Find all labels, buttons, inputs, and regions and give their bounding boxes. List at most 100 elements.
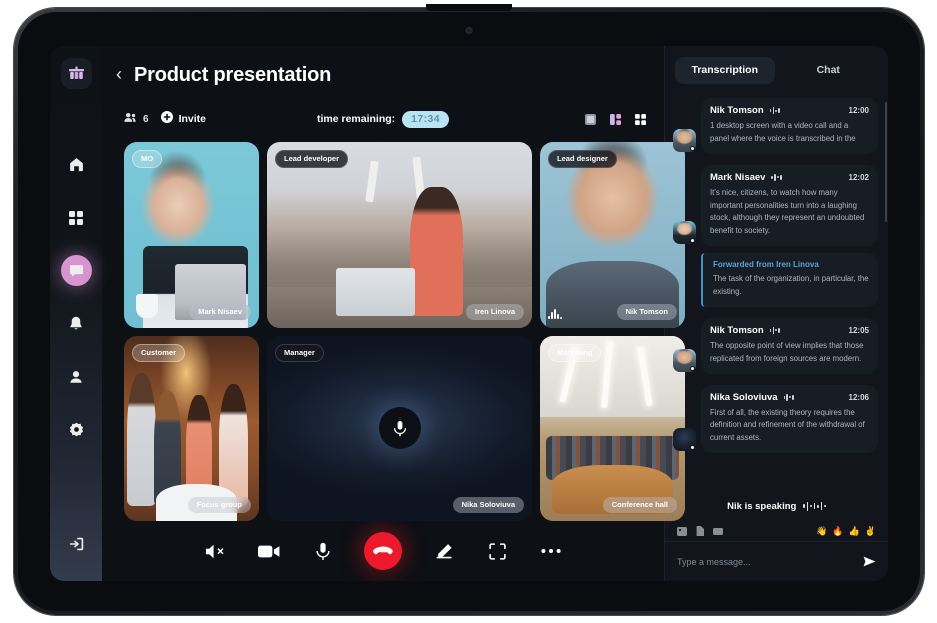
camera-button[interactable]: [256, 538, 282, 564]
tile-badge: Marketing: [548, 343, 602, 362]
page-title: Product presentation: [134, 63, 332, 86]
transcription-panel: Transcription Chat Nik Tomson 12:00 1 de…: [664, 46, 888, 581]
layout-grid-icon[interactable]: [635, 113, 646, 125]
people-icon: [124, 110, 136, 128]
decor-cup: [136, 294, 158, 319]
front-camera-icon: [465, 27, 473, 34]
time-remaining-label: time remaining:: [316, 113, 396, 125]
video-feed: [540, 335, 685, 521]
end-call-button[interactable]: [364, 532, 402, 570]
more-options-button[interactable]: [538, 538, 564, 564]
audio-wave-icon: [783, 393, 794, 401]
video-tile-conference-hall[interactable]: Marketing Conference hall: [540, 335, 685, 521]
transcript-author: Nika Soloviuva: [710, 391, 778, 403]
send-icon[interactable]: [863, 556, 876, 567]
video-tile-nika-soloviuva[interactable]: Manager Nika Soloviuva: [267, 335, 532, 521]
video-feed: [540, 142, 685, 328]
sidebar-item-home[interactable]: [61, 149, 92, 180]
transcript-time: 12:06: [848, 392, 869, 402]
attach-image-icon[interactable]: [677, 526, 687, 536]
online-status-dot: [690, 365, 695, 371]
tile-name: Mark Nisaev: [189, 303, 251, 320]
main-column: ‹ Product presentation 6 Invite time rem…: [102, 46, 685, 581]
transcript-time: 12:05: [848, 325, 869, 335]
decor-laptop: [335, 268, 416, 317]
transcript-author: Nik Tomson: [710, 324, 764, 336]
message-compose-bar: [665, 541, 888, 581]
participants-group: 6 Invite: [124, 110, 206, 128]
layout-single-icon[interactable]: [585, 113, 596, 125]
sidebar-item-logout[interactable]: [61, 528, 92, 559]
tablet-bezel: ‹ Product presentation 6 Invite time rem…: [18, 4, 920, 611]
layout-split-icon[interactable]: [610, 113, 621, 125]
attach-clip-icon[interactable]: [713, 527, 723, 536]
tile-name: Nik Tomson: [616, 303, 677, 320]
transcript-time: 12:00: [848, 106, 869, 115]
forwarded-title: Forwarded from Iren Linova: [713, 260, 819, 270]
transcript-header: Nik Tomson 12:05: [710, 325, 869, 336]
video-feed: [124, 142, 259, 328]
invite-label: Invite: [178, 113, 206, 125]
reaction-1[interactable]: 🔥: [832, 526, 843, 537]
microphone-icon: [378, 407, 421, 450]
reaction-3[interactable]: ✌️: [865, 526, 876, 537]
reaction-2[interactable]: 👍: [849, 526, 860, 537]
transcript-time: 12:02: [848, 172, 869, 182]
fullscreen-button[interactable]: [484, 538, 510, 564]
video-tile-focus-group[interactable]: Customer Focus group: [124, 335, 259, 521]
forwarded-message: Forwarded from Iren Linova The task of t…: [701, 253, 878, 307]
transcript-text: First of all, the existing theory requir…: [710, 407, 865, 443]
attach-file-icon[interactable]: [696, 526, 704, 536]
reaction-0[interactable]: 👋: [816, 526, 827, 537]
time-remaining-value: 17:34: [402, 110, 450, 128]
panel-tabs: Transcription Chat: [665, 46, 888, 94]
panel-scrollbar[interactable]: [885, 102, 887, 222]
tab-transcription[interactable]: Transcription: [675, 56, 775, 84]
time-remaining-group: time remaining: 17:34: [316, 110, 450, 128]
video-tile-mark-nisaev[interactable]: MO Mark Nisaev: [124, 142, 259, 328]
avatar: [673, 428, 696, 452]
tile-name: Conference hall: [602, 497, 677, 513]
tab-chat[interactable]: Chat: [779, 57, 879, 84]
forwarded-text: The task of the organization, in particu…: [713, 274, 869, 297]
message-input[interactable]: [677, 556, 855, 567]
transcript-item: Nik Tomson 12:05 The opposite point of v…: [673, 317, 878, 374]
microphone-button[interactable]: [310, 538, 336, 564]
app-logo-icon[interactable]: [60, 58, 92, 89]
sidebar-item-chat[interactable]: [60, 255, 92, 286]
speaker-mute-button[interactable]: [202, 538, 228, 564]
sidebar-rail: [50, 46, 102, 581]
video-tile-nik-tomson[interactable]: Lead designer Nik Tomson: [540, 142, 685, 328]
video-tile-iren-linova[interactable]: Lead developer Iren Linova: [267, 142, 532, 328]
decor-person: [410, 186, 464, 317]
sidebar-item-dashboard[interactable]: [61, 202, 92, 233]
video-feed: [124, 335, 259, 521]
audio-wave-icon: [548, 308, 562, 319]
tile-badge: MO: [132, 150, 163, 168]
draw-button[interactable]: [430, 538, 456, 564]
sidebar-item-profile[interactable]: [61, 361, 92, 392]
transcript-bubble: Nika Soloviuva 12:06 First of all, the e…: [701, 384, 878, 454]
avatar: [673, 128, 696, 152]
online-status-dot: [690, 145, 695, 151]
speaking-status-label: Nik is speaking: [727, 500, 797, 512]
sidebar-item-settings[interactable]: [61, 414, 92, 445]
audio-wave-icon: [769, 107, 780, 115]
speaking-status-bar: Nik is speaking: [665, 491, 888, 521]
video-feed: [267, 142, 532, 328]
audio-wave-icon: [769, 326, 780, 334]
transcript-bubble: Nik Tomson 12:00 1 desktop screen with a…: [701, 98, 878, 154]
transcript-header: Mark Nisaev 12:02: [710, 172, 869, 183]
transcript-list[interactable]: Nik Tomson 12:00 1 desktop screen with a…: [665, 94, 888, 491]
meeting-toolbar: 6 Invite time remaining: 17:34: [102, 104, 664, 134]
sidebar-item-notifications[interactable]: [61, 308, 92, 339]
chevron-left-icon[interactable]: ‹: [112, 63, 126, 88]
audio-wave-icon: [771, 173, 782, 181]
tile-badge: Manager: [275, 343, 324, 362]
transcript-bubble: Nik Tomson 12:05 The opposite point of v…: [701, 317, 878, 374]
decor-person: [126, 372, 157, 507]
app-screen: ‹ Product presentation 6 Invite time rem…: [50, 46, 888, 581]
online-status-dot: [690, 238, 695, 244]
invite-button[interactable]: Invite: [160, 110, 206, 128]
transcript-item: Mark Nisaev 12:02 It's nice, citizens, t…: [673, 164, 878, 247]
